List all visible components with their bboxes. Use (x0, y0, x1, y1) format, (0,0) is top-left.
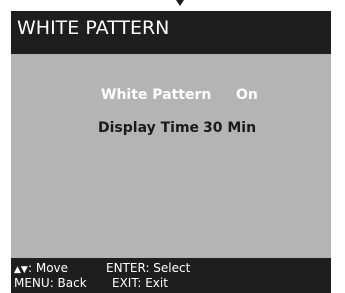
menu-item-display-time[interactable]: Display Time 30 Min (98, 120, 318, 138)
menu-item-label: White Pattern (101, 87, 212, 103)
help-move-label: : Move (28, 261, 69, 275)
menu-title: WHITE PATTERN (11, 11, 331, 45)
menu-item-value: 30 Min (203, 120, 257, 136)
down-triangle-icon (176, 0, 184, 6)
help-bar: ▲▼ : Move ENTER: Select MENU: Back EXIT:… (11, 258, 331, 293)
menu-item-value: On (236, 87, 258, 103)
help-back-label: MENU: Back (14, 276, 87, 290)
menu-item-white-pattern[interactable]: White Pattern On (101, 87, 301, 105)
osd-menu-window: WHITE PATTERN White Pattern On Display T… (11, 11, 331, 293)
menu-item-label: Display Time (98, 120, 200, 136)
help-select-label: ENTER: Select (106, 261, 191, 275)
help-exit-label: EXIT: Exit (112, 276, 168, 290)
menu-panel: White Pattern On Display Time 30 Min (11, 54, 331, 258)
